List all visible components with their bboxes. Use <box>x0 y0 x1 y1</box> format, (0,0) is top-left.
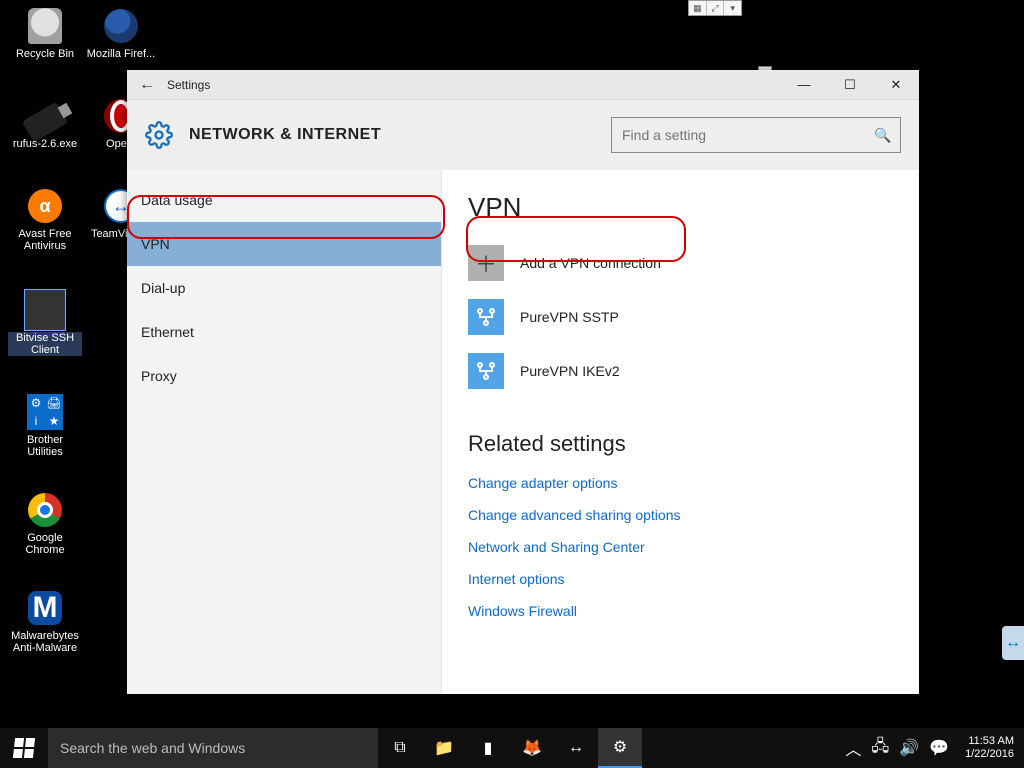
vpn-connection-label: PureVPN SSTP <box>520 309 619 325</box>
screen-capture-toolbar[interactable]: ▦ ⤢ ▾ <box>688 0 742 16</box>
taskbar-settings-button[interactable]: ⚙ <box>598 728 642 768</box>
settings-content: VPN ＋ Add a VPN connection PureVPN SSTP P… <box>442 170 919 694</box>
desktop-icon-avast[interactable]: αAvast Free Antivirus <box>8 186 82 252</box>
firefox-icon: 🦊 <box>522 738 542 758</box>
teamviewer-panel-tab[interactable]: ↔ <box>1002 626 1024 660</box>
section-title: NETWORK & INTERNET <box>189 126 381 144</box>
desktop-icon-chrome[interactable]: Google Chrome <box>8 490 82 556</box>
taskbar: Search the web and Windows ⧉ 📁 ▮ 🦊 ↔ ⚙ ︿ 🖧 🔊 … <box>0 728 1024 768</box>
related-link[interactable]: Change adapter options <box>468 475 893 491</box>
taskbar-clock[interactable]: 11:53 AM 1/22/2016 <box>965 735 1014 761</box>
desktop-icon-label: rufus-2.6.exe <box>13 138 77 150</box>
desktop-icon-brother[interactable]: ⚙🖨i★Brother Utilities <box>8 392 82 458</box>
tray-volume-icon[interactable]: 🔊 <box>899 738 919 758</box>
sidebar-item-dial-up[interactable]: Dial-up <box>127 266 441 310</box>
taskbar-teamviewer-button[interactable]: ↔ <box>554 728 598 768</box>
system-tray: ︿ 🖧 🔊 💬 11:53 AM 1/22/2016 <box>845 735 1024 762</box>
desktop-icon-rufus[interactable]: rufus-2.6.exe <box>8 96 82 150</box>
desktop-icon-label: Bitvise SSH Client <box>8 332 82 356</box>
vpn-connection-item[interactable]: PureVPN IKEv2 <box>468 353 893 389</box>
page-heading: VPN <box>468 192 893 223</box>
related-link[interactable]: Change advanced sharing options <box>468 507 893 523</box>
taskbar-search[interactable]: Search the web and Windows <box>48 728 378 768</box>
capture-dropdown-icon[interactable]: ▾ <box>724 1 741 15</box>
search-icon: 🔍 <box>866 127 900 144</box>
capture-expand-icon[interactable]: ⤢ <box>707 1 725 15</box>
taskview-icon: ⧉ <box>394 739 405 757</box>
search-input[interactable] <box>612 127 866 143</box>
avast-icon: α <box>25 186 65 226</box>
back-button[interactable]: ← <box>127 70 167 100</box>
tray-notifications-icon[interactable]: 💬 <box>929 738 949 758</box>
teamviewer-icon: ↔ <box>568 739 584 757</box>
sidebar-item-ethernet[interactable]: Ethernet <box>127 310 441 354</box>
taskbar-explorer-button[interactable]: 📁 <box>422 728 466 768</box>
desktop-icon-label: Mozilla Firef... <box>87 48 155 60</box>
add-vpn-label: Add a VPN connection <box>520 255 661 271</box>
close-button[interactable]: ✕ <box>873 70 919 100</box>
vpn-icon <box>468 353 504 389</box>
recycle-bin-icon <box>25 6 65 46</box>
settings-sidebar: Data usageVPNDial-upEthernetProxy <box>127 170 442 694</box>
start-button[interactable] <box>0 728 48 768</box>
plus-icon: ＋ <box>468 245 504 281</box>
taskbar-cmd-button[interactable]: ▮ <box>466 728 510 768</box>
settings-search[interactable]: 🔍 <box>611 117 901 153</box>
related-link[interactable]: Network and Sharing Center <box>468 539 893 555</box>
capture-grid-icon[interactable]: ▦ <box>689 1 707 15</box>
desktop-icon-label: Malwarebytes Anti-Malware <box>8 630 82 654</box>
windows-logo-icon <box>13 738 35 758</box>
clock-time: 11:53 AM <box>965 735 1014 748</box>
taskbar-taskview-button[interactable]: ⧉ <box>378 728 422 768</box>
vpn-icon <box>468 299 504 335</box>
sidebar-item-proxy[interactable]: Proxy <box>127 354 441 398</box>
chrome-icon <box>25 490 65 530</box>
tray-chevron-icon[interactable]: ︿ <box>845 736 861 760</box>
clock-date: 1/22/2016 <box>965 748 1014 761</box>
titlebar: ← Settings — ☐ ✕ <box>127 70 919 100</box>
maximize-button[interactable]: ☐ <box>827 70 873 100</box>
taskbar-search-placeholder: Search the web and Windows <box>60 740 245 756</box>
rufus-icon <box>25 96 65 136</box>
sidebar-item-vpn[interactable]: VPN <box>127 222 441 266</box>
desktop-icon-label: Recycle Bin <box>16 48 74 60</box>
cmd-icon: ▮ <box>484 738 493 758</box>
settings-window: ← Settings — ☐ ✕ NETWORK & INTERNET 🔍 Da… <box>127 70 919 694</box>
add-vpn-connection-button[interactable]: ＋ Add a VPN connection <box>468 245 893 281</box>
vpn-connection-item[interactable]: PureVPN SSTP <box>468 299 893 335</box>
gear-icon <box>145 121 173 149</box>
malwarebytes-icon <box>25 588 65 628</box>
desktop-icon-label: Google Chrome <box>8 532 82 556</box>
desktop-icon-label: Brother Utilities <box>8 434 82 458</box>
window-title: Settings <box>167 78 210 92</box>
sidebar-item-data-usage[interactable]: Data usage <box>127 178 441 222</box>
desktop-icon-recycle-bin[interactable]: Recycle Bin <box>8 6 82 60</box>
desktop: Recycle Bin Mozilla Firef... rufus-2.6.exe… <box>0 0 1024 768</box>
brother-icon: ⚙🖨i★ <box>25 392 65 432</box>
desktop-icon-label: Avast Free Antivirus <box>8 228 82 252</box>
explorer-icon: 📁 <box>434 738 454 758</box>
related-link[interactable]: Internet options <box>468 571 893 587</box>
settings-icon: ⚙ <box>613 737 627 757</box>
firefox-icon <box>101 6 141 46</box>
related-link[interactable]: Windows Firewall <box>468 603 893 619</box>
taskbar-firefox-button[interactable]: 🦊 <box>510 728 554 768</box>
settings-header: NETWORK & INTERNET 🔍 <box>127 100 919 170</box>
related-settings-heading: Related settings <box>468 431 893 457</box>
desktop-icon-bitvise[interactable]: Bitvise SSH Client <box>8 290 82 356</box>
vpn-connection-label: PureVPN IKEv2 <box>520 363 620 379</box>
tray-network-icon[interactable]: 🖧 <box>871 735 889 762</box>
minimize-button[interactable]: — <box>781 70 827 100</box>
desktop-icon-firefox[interactable]: Mozilla Firef... <box>84 6 158 60</box>
desktop-icon-malwarebytes[interactable]: Malwarebytes Anti-Malware <box>8 588 82 654</box>
bitvise-icon <box>25 290 65 330</box>
